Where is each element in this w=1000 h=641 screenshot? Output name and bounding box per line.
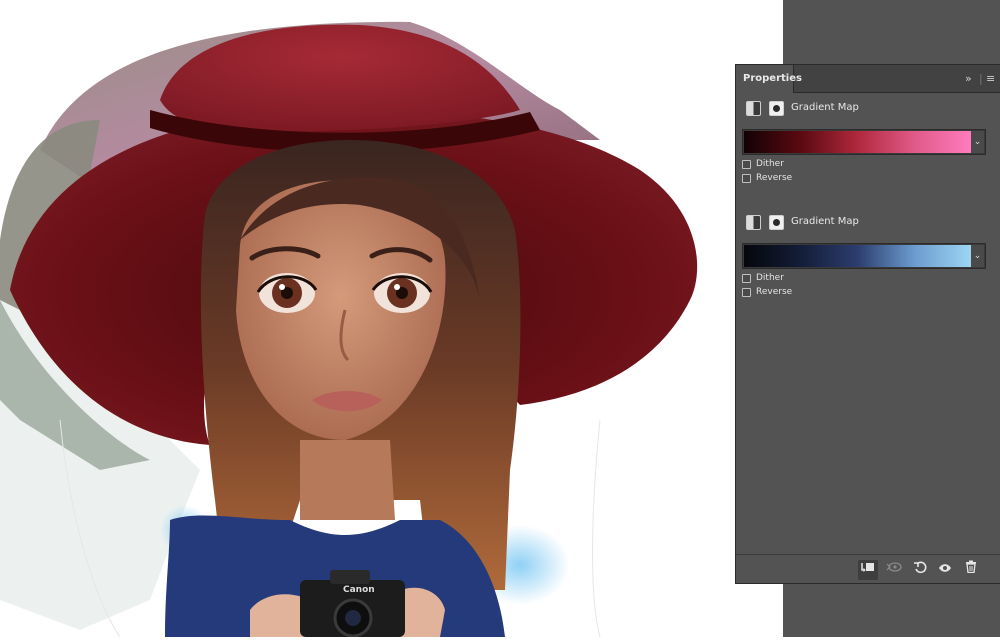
chevron-down-icon[interactable]: ⌄: [971, 245, 984, 267]
reverse-option-1[interactable]: Reverse: [742, 173, 862, 185]
panel-menu-icon[interactable]: ≡: [986, 72, 995, 86]
svg-text:Canon: Canon: [343, 585, 375, 595]
tab-divider: |: [979, 72, 983, 85]
collapse-panel-icon[interactable]: »: [965, 72, 972, 86]
panel-footer: [736, 554, 1000, 584]
adjustment-header-2: Gradient Map: [746, 214, 986, 234]
chevron-down-icon[interactable]: ⌄: [971, 131, 984, 153]
reverse-checkbox[interactable]: [742, 288, 751, 297]
dither-option-2[interactable]: Dither: [742, 273, 862, 285]
gradient-preview[interactable]: [744, 131, 971, 153]
reverse-option-2[interactable]: Reverse: [742, 287, 862, 299]
dither-label: Dither: [756, 159, 784, 169]
adjustment-title: Gradient Map: [791, 102, 859, 113]
gradient-map-icon: [746, 101, 761, 116]
gradient-preview[interactable]: [744, 245, 971, 267]
dither-option-1[interactable]: Dither: [742, 159, 862, 171]
tab-properties[interactable]: Properties: [736, 65, 802, 93]
adjustment-header-1: Gradient Map: [746, 100, 986, 120]
dither-checkbox[interactable]: [742, 160, 751, 169]
gradient-picker-1[interactable]: ⌄: [742, 129, 986, 155]
reverse-label: Reverse: [756, 287, 793, 297]
view-previous-state-icon[interactable]: [884, 560, 904, 580]
reverse-checkbox[interactable]: [742, 174, 751, 183]
layer-mask-icon[interactable]: [769, 215, 784, 230]
eye-icon[interactable]: [935, 560, 955, 580]
trash-icon[interactable]: [961, 560, 981, 580]
dither-label: Dither: [756, 273, 784, 283]
reset-icon[interactable]: [910, 560, 930, 580]
properties-panel: Properties » | ≡ Gradient Map ⌄ Dither R…: [735, 64, 1000, 584]
adjustment-title: Gradient Map: [791, 216, 859, 227]
layer-mask-icon[interactable]: [769, 101, 784, 116]
gradient-map-icon: [746, 215, 761, 230]
panel-tab-bar: Properties » | ≡: [736, 65, 1000, 93]
gradient-picker-2[interactable]: ⌄: [742, 243, 986, 269]
dither-checkbox[interactable]: [742, 274, 751, 283]
clip-to-layer-icon[interactable]: [858, 560, 878, 580]
reverse-label: Reverse: [756, 173, 793, 183]
